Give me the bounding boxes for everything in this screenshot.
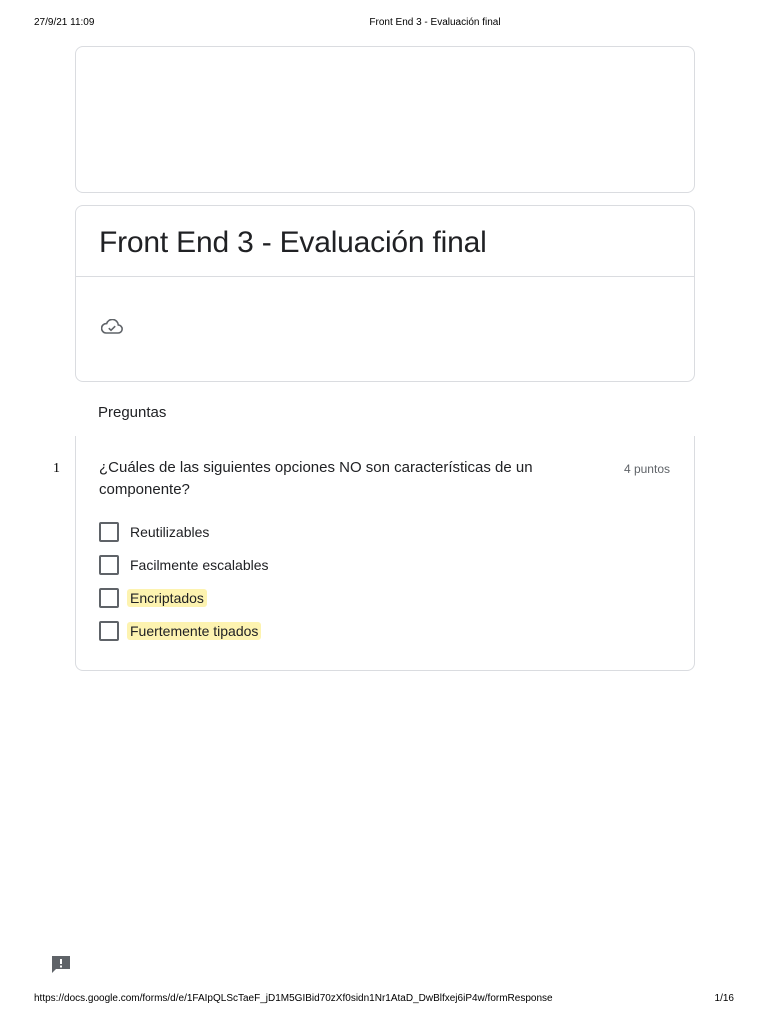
checkbox[interactable] bbox=[99, 621, 119, 641]
option-reutilizables[interactable]: Reutilizables bbox=[99, 521, 212, 543]
question-points: 4 puntos bbox=[623, 462, 670, 476]
checkbox[interactable] bbox=[99, 522, 119, 542]
option-facilmente-escalables[interactable]: Facilmente escalables bbox=[99, 554, 272, 576]
option-label: Facilmente escalables bbox=[130, 557, 269, 573]
print-url: https://docs.google.com/forms/d/e/1FAIpQ… bbox=[34, 993, 553, 1004]
form-title: Front End 3 - Evaluación final bbox=[99, 226, 487, 259]
print-footer: https://docs.google.com/forms/d/e/1FAIpQ… bbox=[0, 993, 768, 1007]
option-label: Reutilizables bbox=[130, 524, 210, 540]
print-header: 27/9/21 11:09 Front End 3 - Evaluación f… bbox=[0, 17, 768, 31]
section-title: Preguntas bbox=[98, 404, 167, 421]
option-fuertemente-tipados[interactable]: Fuertemente tipados bbox=[99, 620, 262, 642]
option-label: Encriptados bbox=[127, 589, 207, 607]
form-header-banner bbox=[75, 46, 695, 193]
title-divider bbox=[76, 276, 694, 277]
print-page-title: Front End 3 - Evaluación final bbox=[369, 17, 501, 28]
option-label: Fuertemente tipados bbox=[127, 622, 262, 640]
question-text: ¿Cuáles de las siguientes opciones NO so… bbox=[99, 459, 533, 498]
question-number: 1 bbox=[53, 461, 60, 476]
cloud-check-icon bbox=[101, 319, 123, 334]
form-title-card: Front End 3 - Evaluación final bbox=[75, 205, 695, 382]
checkbox[interactable] bbox=[99, 555, 119, 575]
option-encriptados[interactable]: Encriptados bbox=[99, 587, 207, 609]
checkbox[interactable] bbox=[99, 588, 119, 608]
question-card: ¿Cuáles de las siguientes opciones NO so… bbox=[75, 436, 695, 671]
print-page-number: 1/16 bbox=[714, 993, 734, 1004]
report-feedback-icon[interactable] bbox=[50, 954, 72, 974]
